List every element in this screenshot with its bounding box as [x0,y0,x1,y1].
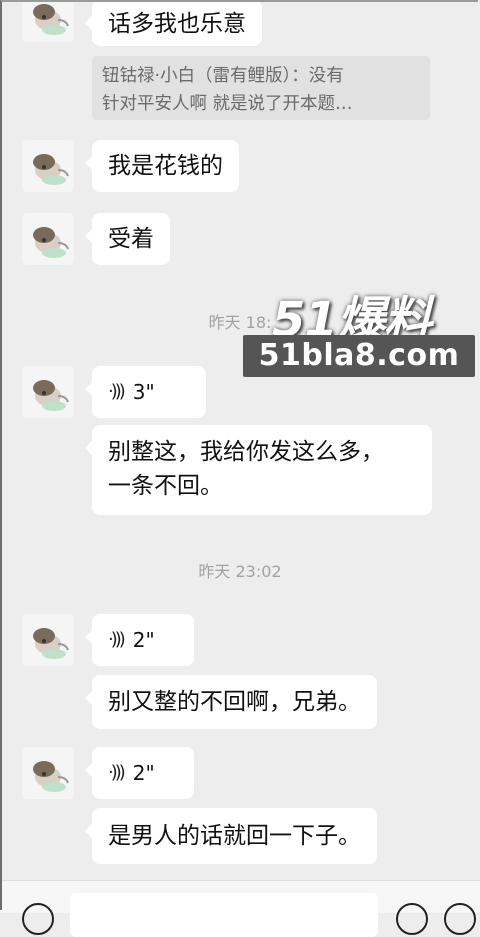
message-bubble[interactable]: 受着 [85,213,170,265]
input-toolbar [0,880,480,937]
message-bubble[interactable]: 别又整的不回啊，兄弟。 [85,675,377,729]
message-bubble[interactable]: 别整这，我给你发这么多， 一条不回。 [85,425,432,515]
message-line: 一条不回。 [108,473,223,499]
voice-wave-icon: ·))) [108,381,126,402]
message-text: 是男人的话就回一下子。 [108,823,361,849]
message-text: 我是花钱的 [108,153,223,179]
quote-line: 钮钴禄·小白（雷有鲤版）：没有 [102,66,344,86]
voice-message[interactable]: ·))) 2" [85,747,194,799]
message-input[interactable] [70,893,378,937]
emoji-icon[interactable] [396,903,428,935]
voice-duration: 3" [132,380,155,404]
message-text: 话多我也乐意 [108,11,246,37]
avatar[interactable] [22,140,74,192]
watermark-url: 51bla8.com [243,335,475,377]
avatar[interactable] [22,747,74,799]
voice-duration: 2" [132,628,155,652]
message-bubble[interactable]: 我是花钱的 [85,140,239,192]
avatar[interactable] [22,213,74,265]
voice-wave-icon: ·))) [108,762,126,783]
voice-message[interactable]: ·))) 2" [85,614,194,666]
voice-message[interactable]: ·))) 3" [85,366,206,418]
quoted-reply[interactable]: 钮钴禄·小白（雷有鲤版）：没有 针对平安人啊 就是说了开本题… [92,56,430,120]
voice-wave-icon: ·))) [108,629,126,650]
message-text: 别又整的不回啊，兄弟。 [108,689,361,715]
plus-icon[interactable] [444,903,476,935]
message-text: 受着 [108,226,154,252]
voice-mode-icon[interactable] [22,903,54,935]
voice-duration: 2" [132,761,155,785]
message-line: 别整这，我给你发这么多， [108,439,384,465]
avatar[interactable] [22,614,74,666]
avatar[interactable] [22,0,74,42]
quote-line: 针对平安人啊 就是说了开本题… [102,94,353,114]
message-bubble[interactable]: 话多我也乐意 [85,0,262,46]
timestamp: 昨天 23:02 [198,562,282,581]
message-bubble[interactable]: 是男人的话就回一下子。 [85,808,377,864]
avatar[interactable] [22,366,74,418]
